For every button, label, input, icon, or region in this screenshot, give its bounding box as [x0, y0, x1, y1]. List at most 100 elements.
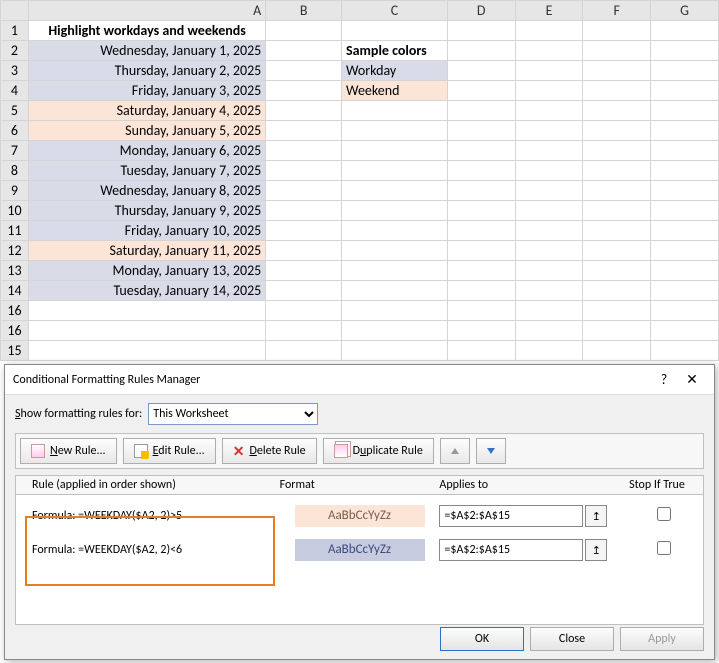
cell[interactable]: Tuesday, January 14, 2025 — [28, 281, 265, 301]
cell[interactable] — [515, 281, 583, 301]
cell[interactable] — [583, 21, 651, 41]
cell[interactable] — [583, 281, 651, 301]
cell[interactable] — [651, 301, 719, 321]
cell[interactable] — [515, 261, 583, 281]
cell[interactable] — [342, 21, 448, 41]
range-picker-button[interactable]: ↥ — [585, 505, 607, 527]
cell[interactable] — [266, 341, 342, 361]
row-header[interactable]: 14 — [1, 281, 29, 301]
duplicate-rule-button[interactable]: Duplicate Rule — [323, 438, 434, 464]
cell[interactable]: Monday, January 6, 2025 — [28, 141, 265, 161]
col-header[interactable]: C — [342, 1, 448, 21]
cell[interactable] — [515, 161, 583, 181]
select-all-corner[interactable] — [1, 1, 29, 21]
move-up-button[interactable] — [440, 438, 470, 464]
cell[interactable] — [651, 81, 719, 101]
delete-rule-button[interactable]: ✕Delete Rule — [222, 438, 317, 464]
cell[interactable] — [266, 21, 342, 41]
cell[interactable] — [515, 221, 583, 241]
cell[interactable] — [583, 181, 651, 201]
cell[interactable]: Weekend — [342, 81, 448, 101]
row-header[interactable]: 16 — [1, 321, 29, 341]
cell[interactable]: Friday, January 3, 2025 — [28, 81, 265, 101]
cell[interactable] — [447, 181, 515, 201]
col-header[interactable]: F — [583, 1, 651, 21]
cell[interactable] — [651, 261, 719, 281]
row-header[interactable]: 12 — [1, 241, 29, 261]
cell[interactable]: Workday — [342, 61, 448, 81]
cell[interactable] — [583, 141, 651, 161]
row-header[interactable]: 7 — [1, 141, 29, 161]
col-header[interactable]: A — [28, 1, 265, 21]
cell[interactable] — [342, 141, 448, 161]
cell[interactable] — [583, 41, 651, 61]
cell[interactable]: Wednesday, January 8, 2025 — [28, 181, 265, 201]
cell[interactable] — [266, 281, 342, 301]
cell[interactable] — [651, 21, 719, 41]
ok-button[interactable]: OK — [440, 627, 524, 651]
cell[interactable] — [651, 141, 719, 161]
cell[interactable]: Saturday, January 4, 2025 — [28, 101, 265, 121]
show-rules-select[interactable]: This Worksheet — [148, 403, 318, 425]
cell[interactable] — [447, 221, 515, 241]
cell[interactable] — [515, 241, 583, 261]
row-header[interactable]: 1 — [1, 21, 29, 41]
cell[interactable] — [342, 121, 448, 141]
cell[interactable] — [342, 161, 448, 181]
cell[interactable] — [515, 321, 583, 341]
cell[interactable]: Monday, January 13, 2025 — [28, 261, 265, 281]
cell[interactable]: Thursday, January 2, 2025 — [28, 61, 265, 81]
cell[interactable] — [515, 21, 583, 41]
cell[interactable]: Thursday, January 9, 2025 — [28, 201, 265, 221]
cell[interactable] — [342, 301, 448, 321]
cell[interactable] — [342, 201, 448, 221]
cell[interactable] — [266, 41, 342, 61]
cell[interactable] — [651, 161, 719, 181]
row-header[interactable]: 8 — [1, 161, 29, 181]
cell[interactable] — [583, 221, 651, 241]
cell[interactable] — [266, 241, 342, 261]
cell[interactable]: Saturday, January 11, 2025 — [28, 241, 265, 261]
cell[interactable] — [342, 221, 448, 241]
cell[interactable] — [515, 141, 583, 161]
col-header[interactable]: G — [651, 1, 719, 21]
row-header[interactable]: 9 — [1, 181, 29, 201]
cell[interactable] — [651, 221, 719, 241]
cell[interactable] — [266, 161, 342, 181]
cell[interactable] — [342, 101, 448, 121]
cell[interactable] — [28, 341, 265, 361]
cell[interactable] — [651, 41, 719, 61]
cell[interactable] — [651, 241, 719, 261]
cell[interactable] — [515, 201, 583, 221]
cell[interactable] — [583, 241, 651, 261]
cell[interactable] — [342, 261, 448, 281]
cell[interactable] — [583, 201, 651, 221]
cell[interactable] — [266, 261, 342, 281]
col-header[interactable]: B — [266, 1, 342, 21]
row-header[interactable]: 3 — [1, 61, 29, 81]
cell[interactable] — [266, 141, 342, 161]
cell[interactable] — [266, 181, 342, 201]
cell[interactable] — [651, 181, 719, 201]
cell[interactable] — [651, 121, 719, 141]
cell[interactable] — [515, 41, 583, 61]
cell[interactable] — [266, 121, 342, 141]
cell[interactable] — [515, 301, 583, 321]
cell[interactable] — [447, 281, 515, 301]
cell[interactable] — [651, 281, 719, 301]
cell[interactable] — [583, 161, 651, 181]
cell[interactable] — [447, 61, 515, 81]
row-header[interactable]: 15 — [1, 341, 29, 361]
cell[interactable]: Sample colors — [342, 41, 448, 61]
cell[interactable] — [266, 61, 342, 81]
rule-row[interactable]: Formula: =WEEKDAY($A2, 2)<6AaBbCcYyZz↥ — [16, 533, 703, 567]
cell[interactable] — [447, 261, 515, 281]
stop-if-true-checkbox[interactable] — [657, 507, 671, 521]
cell[interactable] — [515, 81, 583, 101]
row-header[interactable]: 13 — [1, 261, 29, 281]
cell[interactable] — [447, 341, 515, 361]
cell[interactable]: Friday, January 10, 2025 — [28, 221, 265, 241]
new-rule-button[interactable]: New Rule... — [20, 438, 117, 464]
cell[interactable] — [583, 321, 651, 341]
cell[interactable]: Highlight workdays and weekends — [28, 21, 265, 41]
